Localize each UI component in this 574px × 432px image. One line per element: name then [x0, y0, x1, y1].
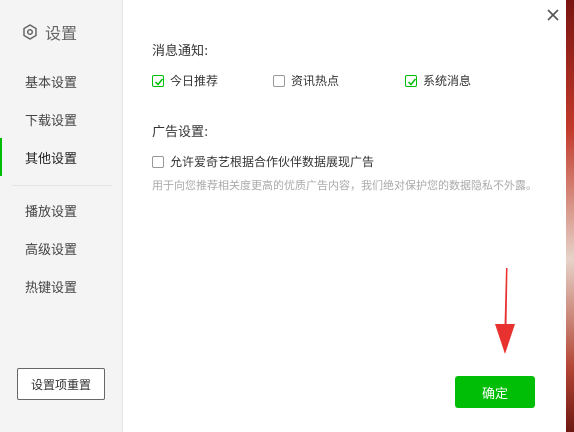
ads-section-title: 广告设置:	[152, 125, 209, 140]
sidebar-header: 设置	[22, 20, 77, 44]
close-icon[interactable]	[544, 6, 562, 24]
sidebar-item-download[interactable]: 下载设置	[0, 100, 122, 138]
reset-settings-button[interactable]: 设置项重置	[17, 368, 105, 400]
checkbox-checked-icon	[405, 74, 417, 87]
confirm-button[interactable]: 确定	[455, 376, 535, 408]
checkbox-unchecked-icon	[152, 155, 164, 168]
checkbox-label: 允许爱奇艺根据合作伙伴数据展现广告	[170, 155, 375, 169]
checkbox-label: 今日推荐	[170, 74, 219, 88]
checkbox-system-message[interactable]: 系统消息	[405, 72, 471, 89]
sidebar-item-basic[interactable]: 基本设置	[0, 62, 122, 100]
sidebar-divider	[12, 185, 112, 186]
checkbox-daily-recommend[interactable]: 今日推荐	[152, 72, 218, 89]
sidebar-title: 设置	[45, 24, 78, 43]
checkbox-label: 资讯热点	[291, 74, 340, 88]
sidebar-item-hotkeys[interactable]: 热键设置	[0, 267, 122, 305]
checkbox-label: 系统消息	[423, 74, 472, 88]
settings-sidebar: 设置 基本设置 下载设置 其他设置 播放设置 高级设置 热键设置 设置项重置	[0, 0, 123, 432]
checkbox-checked-icon	[152, 74, 164, 87]
sidebar-item-other[interactable]: 其他设置	[0, 138, 122, 176]
checkbox-allow-partner-ads[interactable]: 允许爱奇艺根据合作伙伴数据展现广告	[152, 153, 374, 170]
checkbox-unchecked-icon	[273, 74, 285, 87]
red-arrow-annotation-icon	[495, 268, 515, 354]
sidebar-item-advanced[interactable]: 高级设置	[0, 229, 122, 267]
sidebar-item-playback[interactable]: 播放设置	[0, 191, 122, 229]
background-window-edge	[566, 0, 574, 432]
ads-privacy-hint: 用于向您推荐相关度更高的优质广告内容，我们绝对保护您的数据隐私不外露。	[152, 179, 537, 192]
settings-hexagon-icon	[23, 24, 37, 40]
checkbox-news-hotspot[interactable]: 资讯热点	[273, 72, 339, 89]
notifications-section-title: 消息通知:	[152, 44, 209, 59]
